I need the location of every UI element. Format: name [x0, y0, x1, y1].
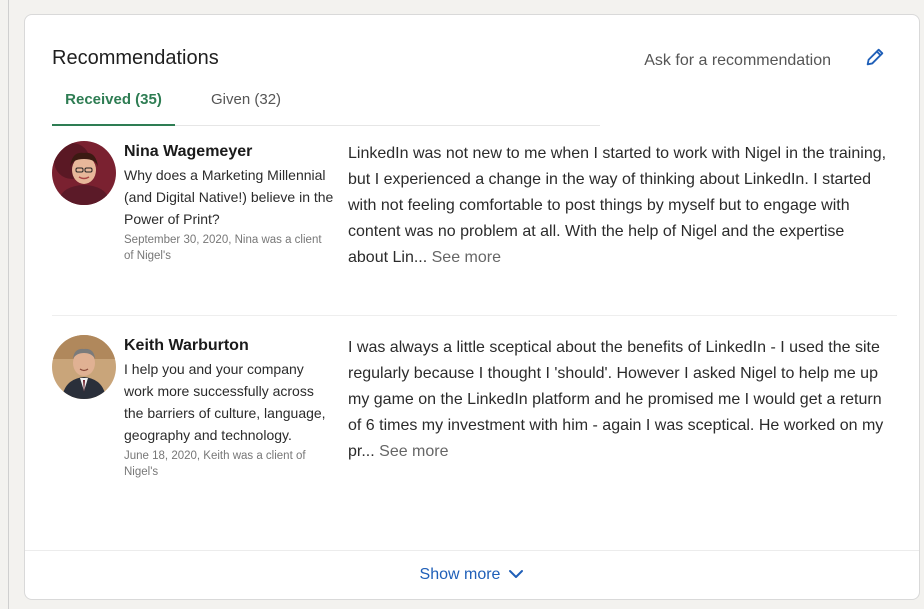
- recommender-info: Nina Wagemeyer Why does a Marketing Mill…: [124, 141, 334, 264]
- show-more-label: Show more: [419, 566, 501, 583]
- avatar[interactable]: [52, 141, 116, 205]
- recommendation-item: Nina Wagemeyer Why does a Marketing Mill…: [52, 139, 897, 316]
- ask-for-recommendation-link[interactable]: Ask for a recommendation: [644, 52, 831, 70]
- recommender-headline: I help you and your company work more su…: [124, 361, 326, 443]
- recommender-info: Keith Warburton I help you and your comp…: [124, 335, 334, 480]
- tab-given[interactable]: Given (32): [211, 89, 281, 124]
- recommendation-body: LinkedIn was not new to me when I starte…: [348, 145, 887, 266]
- chevron-down-icon: [508, 566, 524, 584]
- recommender-name[interactable]: Nina Wagemeyer: [124, 141, 334, 163]
- recommendation-meta: September 30, 2020, Nina was a client of…: [124, 234, 322, 262]
- recommendation-body: I was always a little sceptical about th…: [348, 339, 884, 460]
- recommendation-meta: June 18, 2020, Keith was a client of Nig…: [124, 450, 306, 478]
- avatar[interactable]: [52, 335, 116, 399]
- card-footer: Show more: [25, 550, 919, 599]
- recommendation-text: I was always a little sceptical about th…: [348, 335, 888, 465]
- tab-received[interactable]: Received (35): [52, 89, 175, 126]
- see-more-link[interactable]: See more: [432, 249, 501, 266]
- window-edge: [8, 0, 9, 609]
- recommender-name[interactable]: Keith Warburton: [124, 335, 334, 357]
- section-title: Recommendations: [52, 47, 219, 69]
- recommendations-card: Recommendations Ask for a recommendation…: [24, 14, 920, 600]
- show-more-button[interactable]: Show more: [420, 566, 525, 584]
- recommendation-text: LinkedIn was not new to me when I starte…: [348, 141, 888, 271]
- pencil-icon: [864, 46, 886, 73]
- recommendation-item: Keith Warburton I help you and your comp…: [52, 333, 897, 553]
- see-more-link[interactable]: See more: [379, 443, 448, 460]
- page-background: Recommendations Ask for a recommendation…: [0, 0, 924, 609]
- edit-button[interactable]: [861, 45, 889, 73]
- recommendation-tabs: Received (35) Given (32): [52, 89, 600, 126]
- recommender-headline: Why does a Marketing Millennial (and Dig…: [124, 167, 334, 227]
